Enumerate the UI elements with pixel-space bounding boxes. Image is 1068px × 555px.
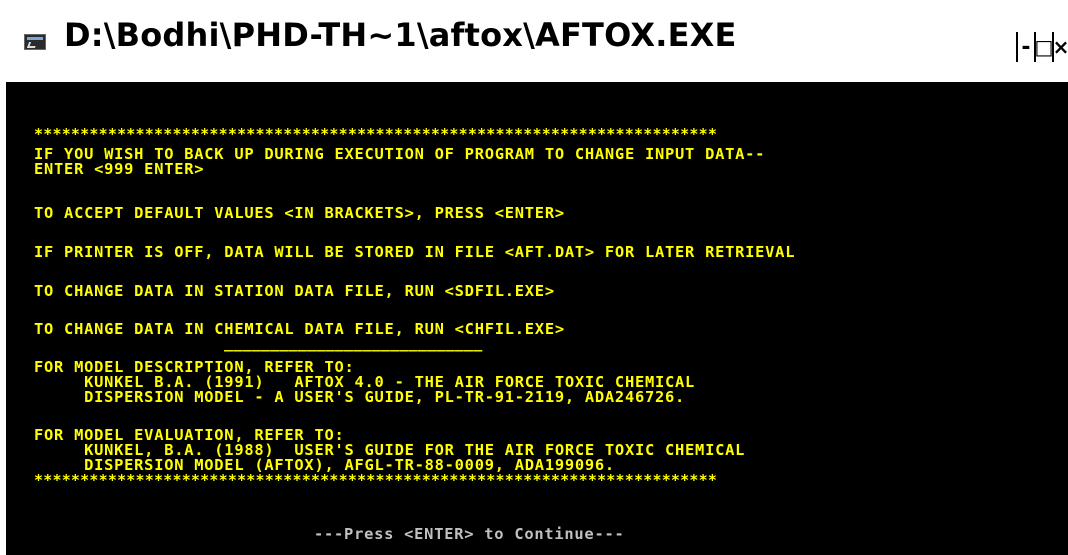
stars-divider-top: ****************************************…	[34, 125, 718, 143]
close-button[interactable]: ×	[1053, 32, 1068, 62]
console-area[interactable]: ****************************************…	[6, 82, 1068, 555]
underline-divider: ____________________________	[224, 334, 483, 352]
stars-divider-bottom: ****************************************…	[34, 471, 718, 489]
console-line: IF PRINTER IS OFF, DATA WILL BE STORED I…	[34, 243, 796, 261]
console-window: D:\Bodhi\PHD-TH~1\aftox\AFTOX.EXE - □ × …	[0, 0, 1068, 555]
console-line: TO CHANGE DATA IN STATION DATA FILE, RUN…	[34, 282, 555, 300]
continue-prompt: ---Press <ENTER> to Continue---	[314, 525, 625, 543]
console-line: DISPERSION MODEL - A USER'S GUIDE, PL-TR…	[34, 388, 686, 406]
minimize-button[interactable]: -	[1018, 32, 1034, 62]
maximize-button[interactable]: □	[1035, 32, 1053, 62]
window-title: D:\Bodhi\PHD-TH~1\aftox\AFTOX.EXE	[64, 16, 737, 54]
console-app-icon[interactable]	[24, 34, 46, 50]
console-line: ENTER <999 ENTER>	[34, 160, 205, 178]
console-line: TO ACCEPT DEFAULT VALUES <IN BRACKETS>, …	[34, 204, 565, 222]
title-bar[interactable]: D:\Bodhi\PHD-TH~1\aftox\AFTOX.EXE - □ ×	[0, 0, 1068, 82]
